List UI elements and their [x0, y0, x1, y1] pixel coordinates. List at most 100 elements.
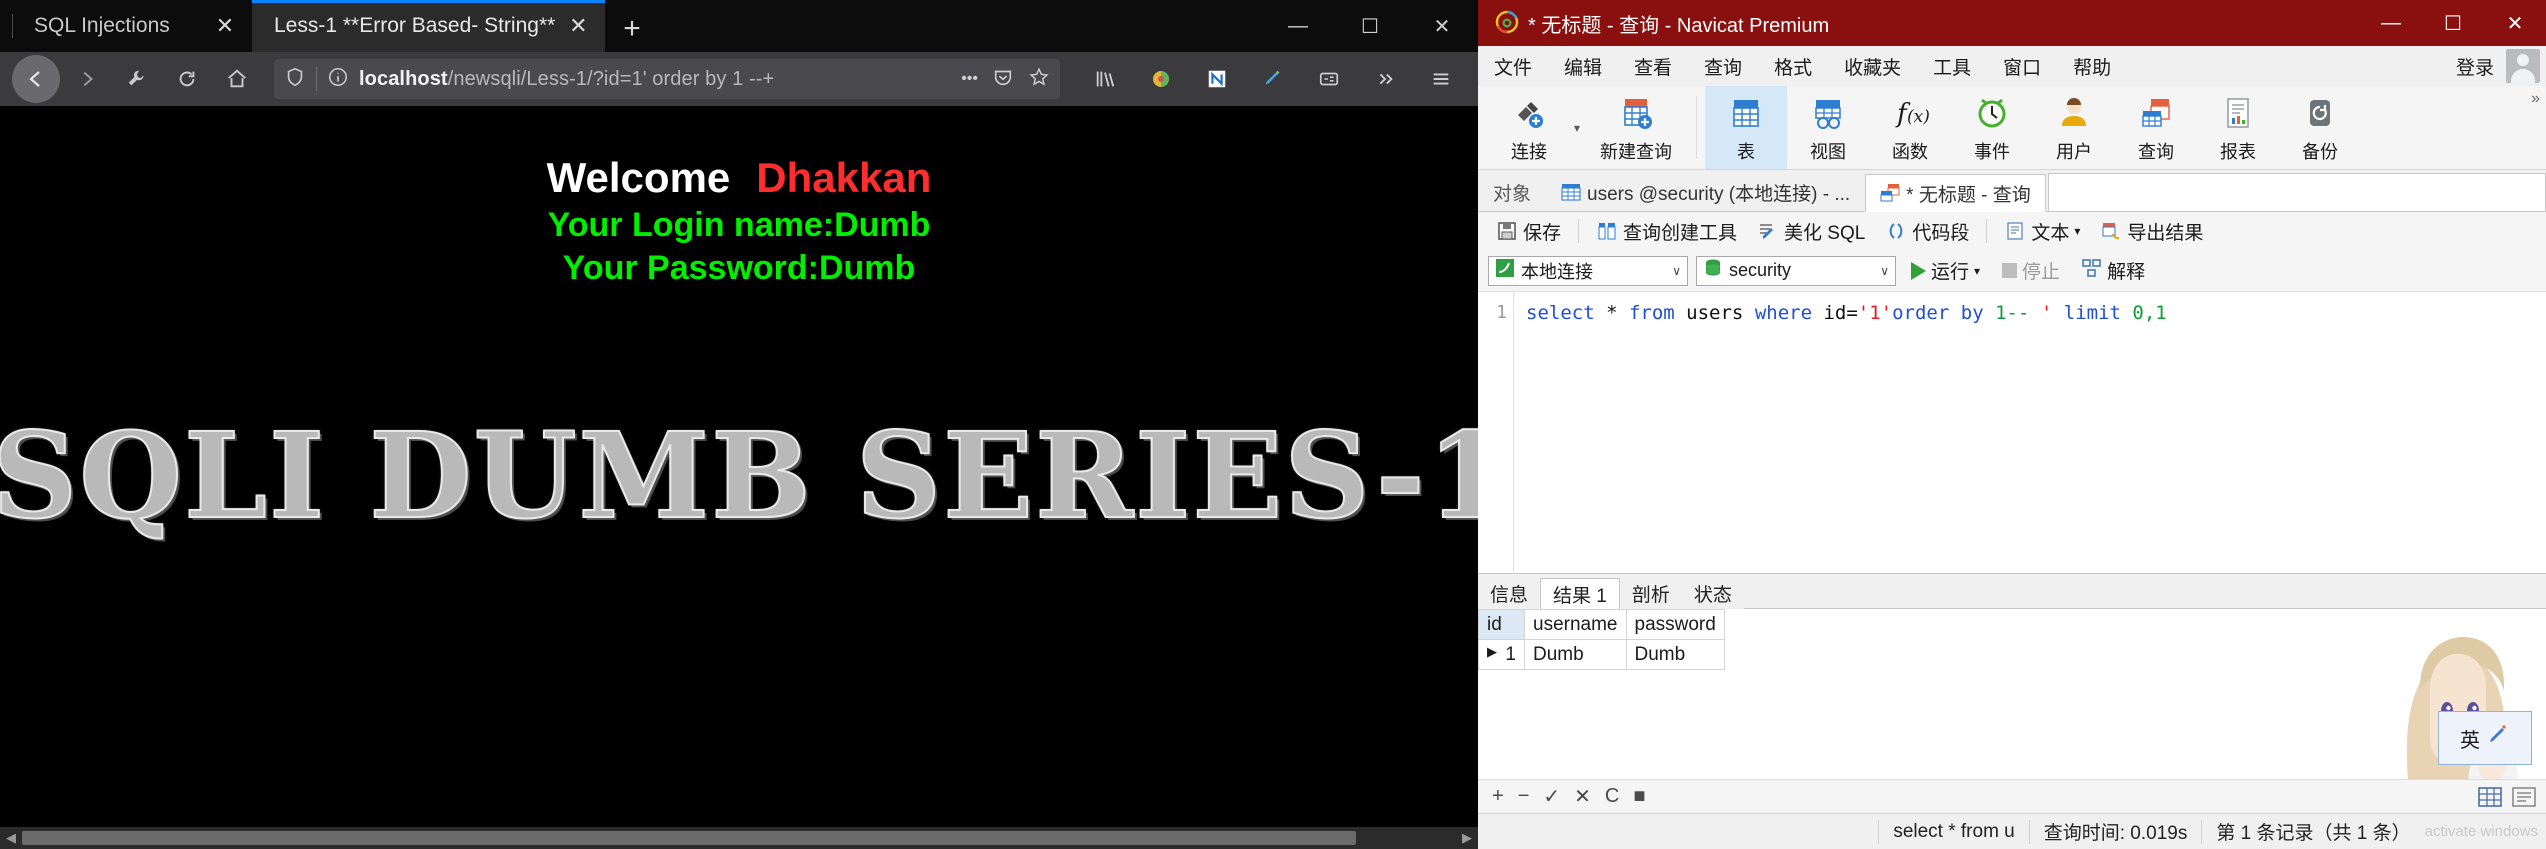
menu-item-tools[interactable]: 工具 [1929, 50, 1975, 83]
close-window-button[interactable]: ✕ [2484, 0, 2546, 46]
column-header-username[interactable]: username [1524, 609, 1627, 640]
ribbon-function[interactable]: f (x) 函数 [1869, 86, 1951, 169]
run-button[interactable]: 运行 ▾ [1904, 255, 1987, 286]
cancel-icon[interactable]: ✕ [1574, 784, 1591, 809]
page-actions-icon[interactable]: ••• [961, 70, 978, 88]
scrollbar-track[interactable] [22, 827, 1456, 849]
tab-users-security[interactable]: users @security (本地连接) - ... [1546, 173, 1865, 211]
addon-box-icon[interactable] [1304, 57, 1354, 101]
browser-tab-sql-injections[interactable]: SQL Injections ✕ [12, 0, 252, 52]
cell-id[interactable]: ▶ 1 [1478, 639, 1525, 670]
chevron-more-icon[interactable] [1360, 57, 1410, 101]
cell-username[interactable]: Dumb [1524, 639, 1627, 670]
result-tab-info[interactable]: 信息 [1478, 577, 1540, 609]
ribbon-event[interactable]: 事件 [1951, 86, 2033, 169]
text-button[interactable]: 文本 ▾ [1996, 215, 2088, 248]
back-button[interactable] [12, 55, 60, 103]
table-row[interactable]: ▶ 1 Dumb Dumb [1478, 639, 1725, 670]
ribbon-new-query[interactable]: 新建查询 [1584, 86, 1688, 169]
ime-pen-icon[interactable] [2486, 723, 2510, 753]
info-icon[interactable] [327, 66, 349, 93]
reload-button[interactable] [164, 57, 210, 101]
url-bar[interactable]: localhost/newsqli/Less-1/?id=1' order by… [274, 59, 1060, 99]
ime-indicator[interactable]: 英 [2438, 711, 2532, 765]
menu-item-window[interactable]: 窗口 [1999, 50, 2045, 83]
menu-item-help[interactable]: 帮助 [2069, 50, 2115, 83]
grid-view-icon[interactable] [2478, 786, 2502, 807]
menu-item-file[interactable]: 文件 [1490, 50, 1536, 83]
close-window-button[interactable]: ✕ [1406, 0, 1478, 52]
tab-untitled-query[interactable]: * 无标题 - 查询 [1865, 174, 2046, 212]
home-button[interactable] [214, 57, 260, 101]
column-header-password[interactable]: password [1625, 609, 1725, 640]
chevron-down-icon[interactable]: ▾ [1574, 121, 1580, 135]
chevron-down-icon[interactable]: ▾ [2074, 224, 2080, 238]
page-horizontal-scrollbar[interactable]: ◀ ▶ [0, 827, 1478, 849]
stop-icon[interactable]: ■ [1633, 785, 1645, 808]
devtools-icon[interactable] [114, 57, 160, 101]
addon-pen-icon[interactable] [1248, 57, 1298, 101]
result-tab-result-1[interactable]: 结果 1 [1540, 578, 1620, 610]
tab-objects[interactable]: 对象 [1478, 173, 1546, 211]
browser-tab-less-1[interactable]: Less-1 **Error Based- String** ✕ [252, 0, 606, 52]
result-grid[interactable]: id username password ▶ 1 Dumb Dumb 英 [1478, 609, 2546, 781]
save-button[interactable]: 保存 [1488, 215, 1569, 248]
minimize-button[interactable]: — [1262, 0, 1334, 52]
ribbon-query[interactable]: 查询 [2115, 86, 2197, 169]
forward-button[interactable] [64, 57, 110, 101]
chevron-down-icon[interactable]: ∨ [1880, 264, 1889, 278]
ribbon-table[interactable]: 表 [1705, 86, 1788, 169]
maximize-button[interactable]: ☐ [1334, 0, 1406, 52]
query-builder-button[interactable]: 查询创建工具 [1588, 215, 1745, 248]
connection-select[interactable]: 本地连接 ∨ [1488, 255, 1688, 286]
chevron-down-icon[interactable]: ∨ [1672, 264, 1681, 278]
beautify-sql-button[interactable]: 美化 SQL [1749, 215, 1873, 248]
star-icon[interactable] [1028, 66, 1050, 93]
avatar[interactable] [2506, 49, 2540, 83]
container-icon[interactable] [1136, 57, 1186, 101]
menu-item-query[interactable]: 查询 [1700, 50, 1746, 83]
close-icon[interactable]: ✕ [565, 13, 591, 39]
result-tab-profile[interactable]: 剖析 [1620, 577, 1682, 609]
remove-record-icon[interactable]: − [1518, 785, 1530, 808]
sql-editor[interactable]: 1 select * from users where id='1'order … [1478, 292, 2546, 573]
ribbon-view[interactable]: 视图 [1787, 86, 1869, 169]
scrollbar-thumb[interactable] [22, 831, 1356, 845]
ribbon-backup[interactable]: 备份 [2279, 86, 2361, 169]
shield-icon[interactable] [284, 66, 306, 93]
menu-item-view[interactable]: 查看 [1630, 50, 1676, 83]
form-view-icon[interactable] [2512, 786, 2536, 807]
url-text[interactable]: localhost/newsqli/Less-1/?id=1' order by… [359, 68, 774, 91]
menu-item-edit[interactable]: 编辑 [1560, 50, 1606, 83]
snippet-button[interactable]: 代码段 [1877, 215, 1977, 248]
confirm-icon[interactable]: ✓ [1543, 784, 1560, 809]
scroll-right-icon[interactable]: ▶ [1456, 830, 1478, 846]
pocket-icon[interactable] [992, 66, 1014, 93]
ribbon-connection[interactable]: 连接 [1488, 86, 1570, 169]
menu-icon[interactable] [1416, 57, 1466, 101]
add-record-icon[interactable]: + [1492, 785, 1504, 808]
database-select[interactable]: security ∨ [1696, 255, 1896, 286]
explain-button[interactable]: 解释 [2075, 255, 2152, 286]
column-header-id[interactable]: id [1478, 609, 1525, 640]
scroll-left-icon[interactable]: ◀ [0, 830, 22, 846]
addon-n-icon[interactable] [1192, 57, 1242, 101]
new-tab-button[interactable]: + [605, 14, 661, 52]
ribbon-more-icon[interactable]: » [2531, 90, 2540, 108]
result-table[interactable]: id username password ▶ 1 Dumb Dumb [1478, 609, 1725, 670]
menu-item-favorites[interactable]: 收藏夹 [1840, 50, 1905, 83]
ribbon-user[interactable]: 用户 [2033, 86, 2115, 169]
close-icon[interactable]: ✕ [212, 13, 238, 39]
sql-code[interactable]: select * from users where id='1'order by… [1514, 292, 2546, 573]
minimize-button[interactable]: — [2360, 0, 2422, 46]
menu-item-format[interactable]: 格式 [1770, 50, 1816, 83]
ribbon-report[interactable]: 报表 [2197, 86, 2279, 169]
chevron-down-icon[interactable]: ▾ [1974, 264, 1980, 278]
maximize-button[interactable]: ☐ [2422, 0, 2484, 46]
export-result-button[interactable]: 导出结果 [2092, 215, 2211, 248]
library-icon[interactable] [1080, 57, 1130, 101]
cell-password[interactable]: Dumb [1625, 639, 1725, 670]
refresh-icon[interactable]: C [1605, 785, 1619, 808]
login-link[interactable]: 登录 [2452, 50, 2498, 83]
result-tab-status[interactable]: 状态 [1682, 577, 1744, 609]
